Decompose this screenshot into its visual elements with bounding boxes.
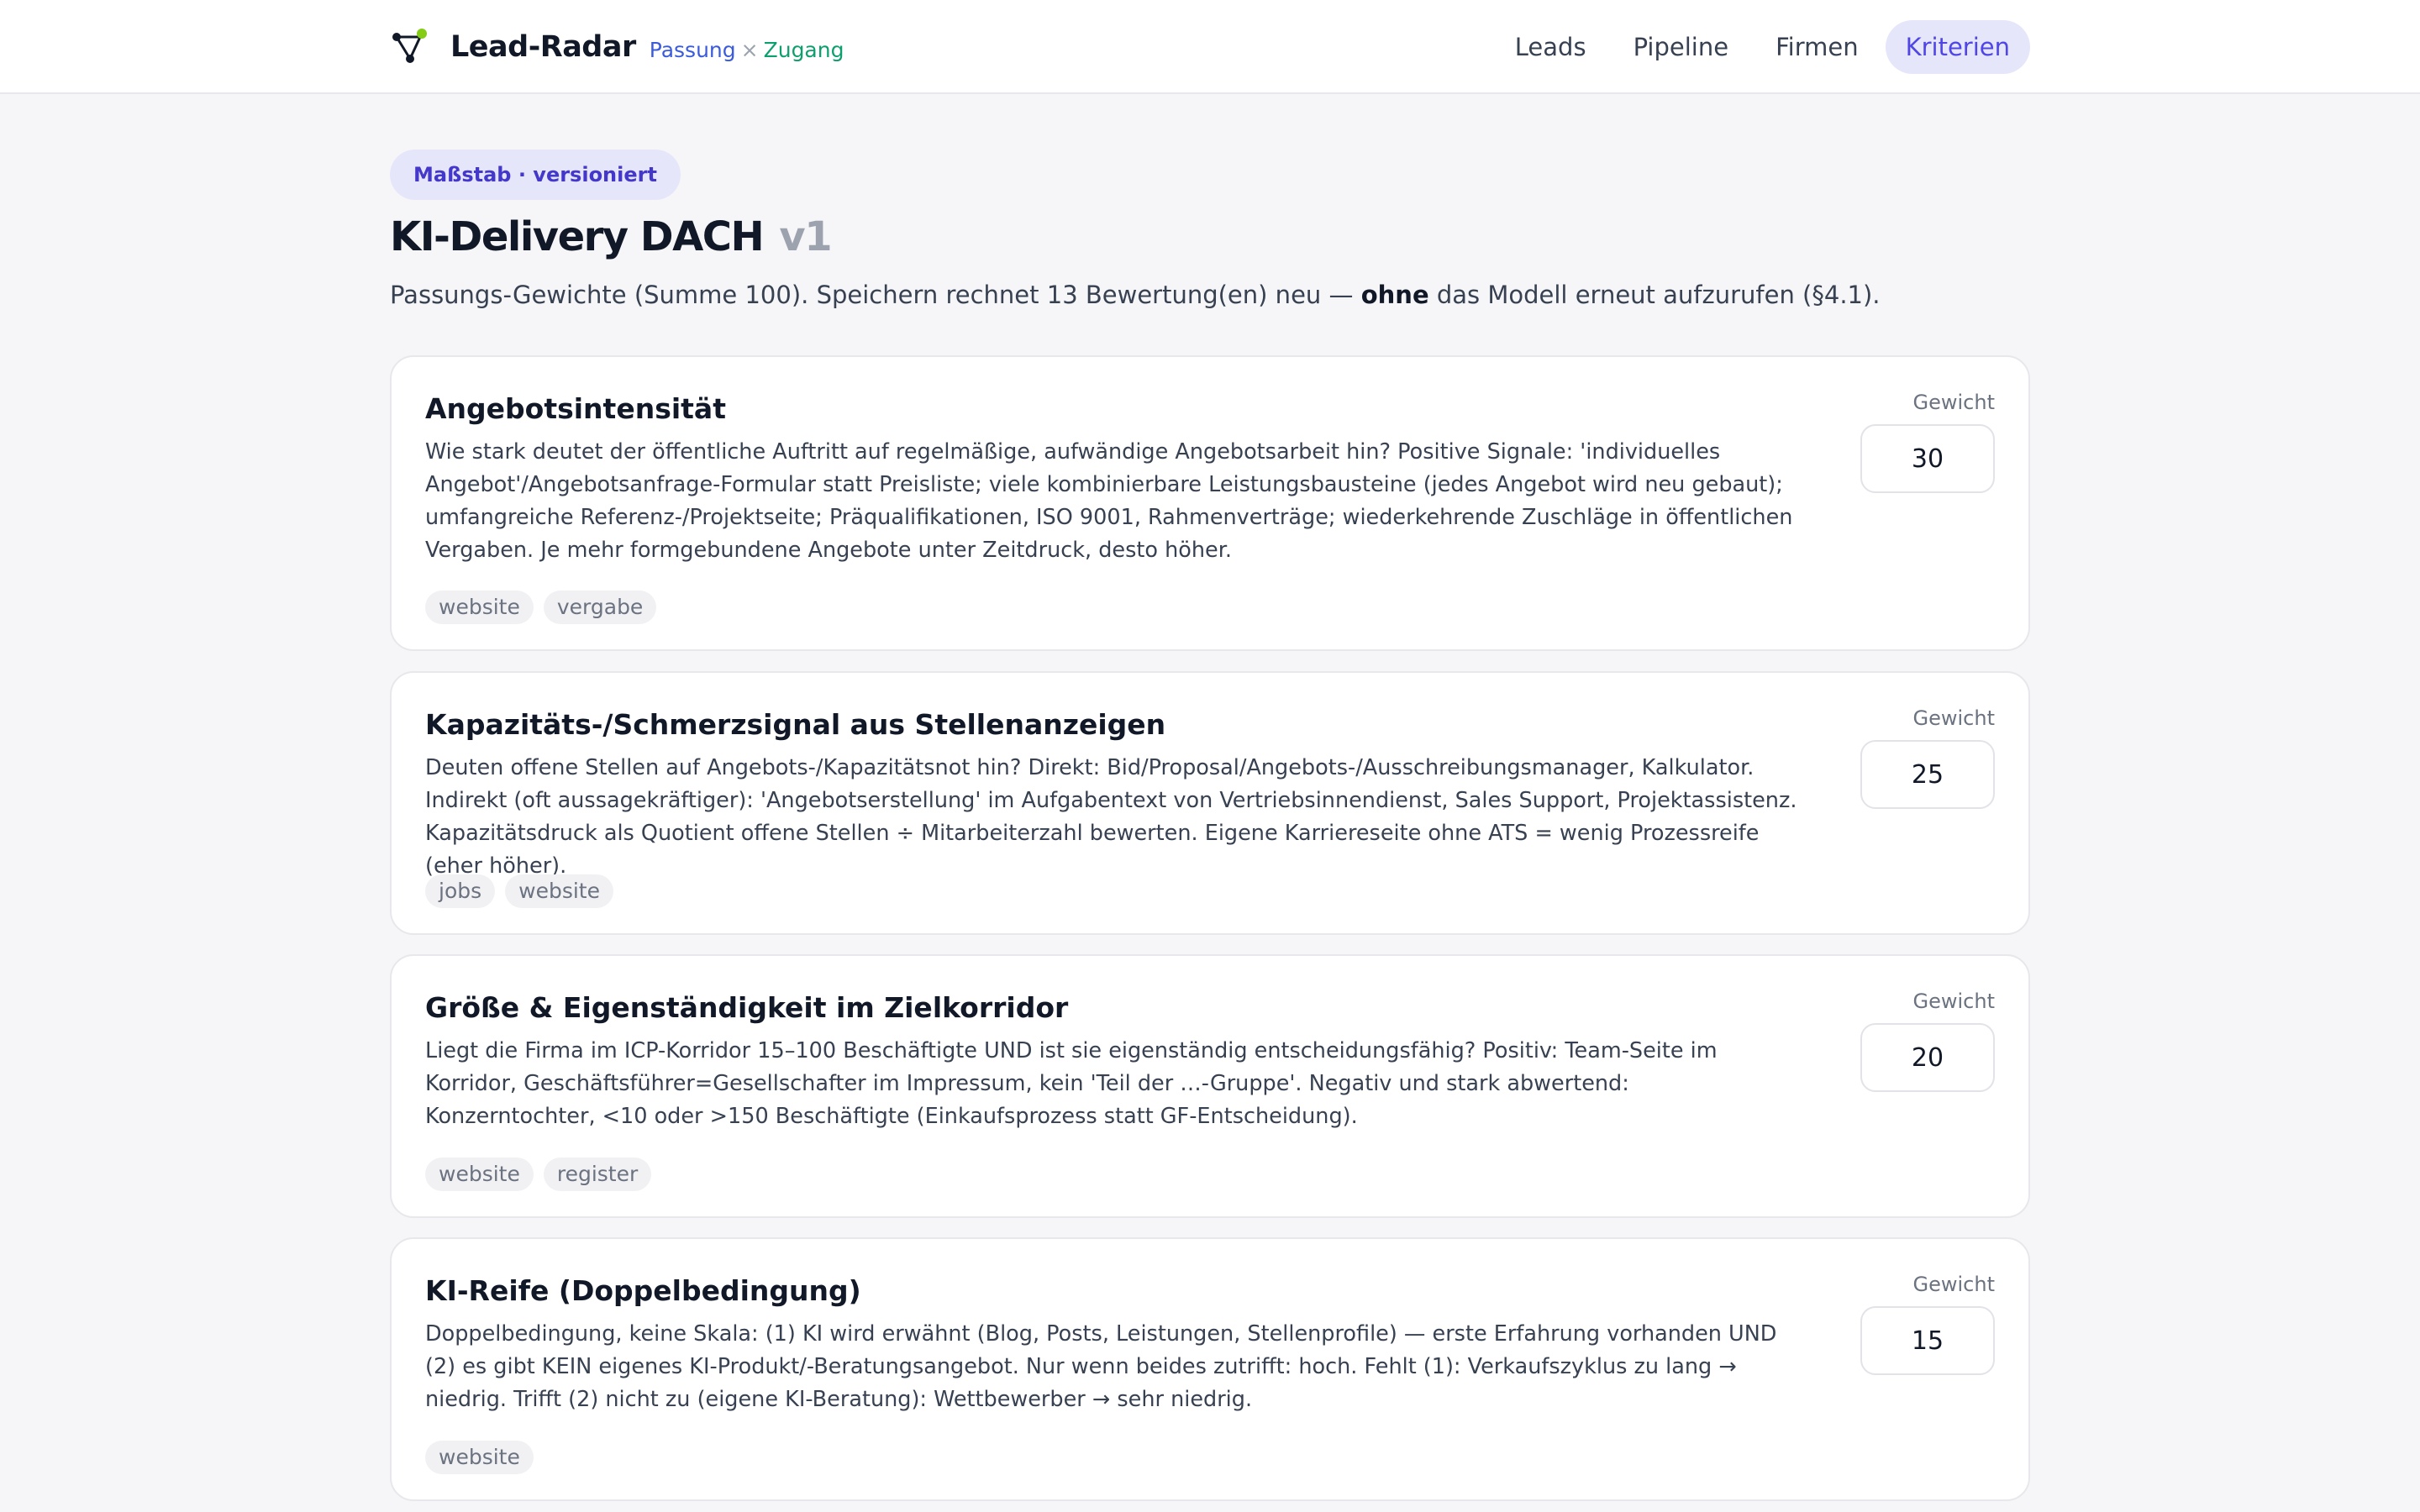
- source-tag: register: [543, 1158, 652, 1191]
- criterion-description: Liegt die Firma im ICP-Korridor 15–100 B…: [425, 1038, 1718, 1129]
- criterion-title: Kapazitäts-/Schmerzsignal aus Stellenanz…: [425, 708, 1166, 741]
- criterion-title: Größe & Eigenständigkeit im Zielkorridor: [425, 991, 1069, 1024]
- criterion-tags: website register: [425, 1158, 652, 1191]
- criterion-card: Kapazitäts-/Schmerzsignal aus Stellenanz…: [390, 671, 2030, 935]
- source-tag: website: [425, 1158, 534, 1191]
- subtitle-bold: ohne: [1360, 281, 1429, 309]
- criterion-tags: jobs website: [425, 874, 613, 908]
- main-nav: Leads Pipeline Firmen Kriterien: [1495, 20, 2030, 74]
- nav-leads[interactable]: Leads: [1495, 20, 1607, 74]
- page-title-text: KI-Delivery DACH: [390, 213, 765, 260]
- tagline-zugang: Zugang: [763, 37, 844, 62]
- criterion-tags: website vergabe: [425, 591, 657, 624]
- nav-firmen[interactable]: Firmen: [1755, 20, 1879, 74]
- tagline-passung: Passung: [649, 37, 736, 62]
- criterion-title: KI-Reife (Doppelbedingung): [425, 1274, 861, 1307]
- criterion-description: Deuten offene Stellen auf Angebots-/Kapa…: [425, 755, 1797, 879]
- criterion-title: Angebotsintensität: [425, 392, 726, 425]
- subtitle-pre: Passungs-Gewichte (Summe 100). Speichern…: [390, 281, 1361, 309]
- source-tag: website: [505, 874, 613, 908]
- criterion-description: Doppelbedingung, keine Skala: (1) KI wir…: [425, 1321, 1777, 1412]
- source-tag: jobs: [425, 874, 496, 908]
- weight-input[interactable]: [1860, 740, 1995, 809]
- tagline-separator: ×: [740, 37, 759, 62]
- weight-input[interactable]: [1860, 1023, 1995, 1092]
- source-tag: website: [425, 591, 534, 624]
- source-tag: vergabe: [543, 591, 657, 624]
- brand[interactable]: Lead-Radar Passung × Zugang: [390, 24, 844, 71]
- weight-input[interactable]: [1860, 424, 1995, 493]
- page-title: KI-Delivery DACH v1: [390, 213, 833, 260]
- version-label: v1: [779, 213, 832, 260]
- weight-label: Gewicht: [1912, 1273, 1995, 1296]
- subtitle-post: das Modell erneut aufzurufen (§4.1).: [1428, 281, 1881, 309]
- page-subtitle: Passungs-Gewichte (Summe 100). Speichern…: [390, 281, 1881, 309]
- criterion-card: KI-Reife (Doppelbedingung) Doppelbedingu…: [390, 1237, 2030, 1501]
- source-tag: website: [425, 1441, 534, 1474]
- criterion-card: Größe & Eigenständigkeit im Zielkorridor…: [390, 954, 2030, 1218]
- radar-logo-icon: [392, 29, 427, 63]
- criterion-card: Angebotsintensität Wie stark deutet der …: [390, 355, 2030, 651]
- criterion-description: Wie stark deutet der öffentliche Auftrit…: [425, 439, 1793, 563]
- criterion-tags: website: [425, 1441, 534, 1474]
- weight-label: Gewicht: [1912, 990, 1995, 1013]
- weight-label: Gewicht: [1912, 391, 1995, 414]
- nav-pipeline[interactable]: Pipeline: [1613, 20, 1749, 74]
- brand-tagline: Passung × Zugang: [650, 38, 844, 62]
- brand-name: Lead-Radar: [450, 30, 636, 64]
- weight-label: Gewicht: [1912, 706, 1995, 730]
- version-badge: Maßstab · versioniert: [390, 150, 681, 200]
- weight-input[interactable]: [1860, 1306, 1995, 1375]
- top-navigation-bar: Lead-Radar Passung × Zugang Leads Pipeline…: [0, 0, 2420, 94]
- nav-kriterien[interactable]: Kriterien: [1885, 20, 2030, 74]
